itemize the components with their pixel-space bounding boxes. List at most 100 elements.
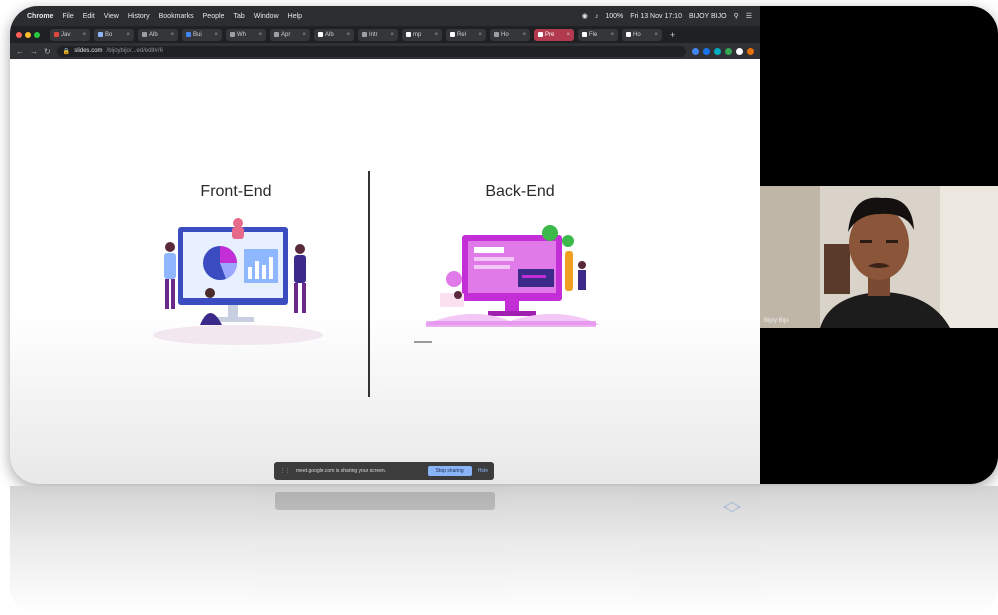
share-message: meet.google.com is sharing your screen. [296, 468, 387, 474]
tab-label: Wh [237, 31, 246, 38]
control-center-icon[interactable]: ☰ [746, 12, 752, 20]
participant-name: Bijoy Bijo [764, 318, 789, 324]
browser-tab[interactable]: Jav × [50, 28, 90, 41]
tabs-container: Jav × Bo × Alb × Bui × Wh × Apr × Alb × Intr × mp × Rel × Ho… [50, 28, 662, 41]
presentation-slide: Front-End Back-End [10, 59, 760, 484]
tab-favicon-icon [582, 32, 587, 37]
browser-tab[interactable]: Intr × [358, 28, 398, 41]
close-tab-icon[interactable]: × [302, 32, 306, 38]
close-tab-icon[interactable]: × [170, 32, 174, 38]
tab-label: Rel [457, 31, 467, 38]
browser-tab[interactable]: mp × [402, 28, 442, 41]
participant-video-frame [760, 186, 998, 328]
extension-icon[interactable] [736, 47, 743, 55]
browser-tab[interactable]: Pre × [534, 28, 574, 41]
menu-window[interactable]: Window [254, 13, 279, 20]
browser-tab[interactable]: Rel × [446, 28, 486, 41]
browser-tab[interactable]: Fle × [578, 28, 618, 41]
battery-percent: 100% [605, 12, 624, 20]
close-tab-icon[interactable]: × [654, 32, 658, 38]
extension-icon[interactable] [714, 47, 721, 55]
close-tab-icon[interactable]: × [258, 32, 262, 38]
search-icon[interactable]: ⚲ [734, 12, 739, 20]
url-field[interactable]: 🔒 slides.com/bijoybijo/...ed/edit#/6 [56, 45, 686, 57]
menu-people[interactable]: People [203, 13, 225, 20]
tab-favicon-icon [538, 32, 543, 37]
browser-tab[interactable]: Ho × [490, 28, 530, 41]
forward-icon[interactable]: → [30, 47, 38, 56]
tab-label: Bui [193, 31, 202, 38]
minimize-window-button[interactable] [25, 31, 31, 38]
participant-video: Bijoy Bijo [760, 186, 998, 328]
tab-favicon-icon [98, 32, 103, 37]
browser-tab[interactable]: Apr × [270, 28, 310, 41]
tab-label: Ho [633, 31, 641, 38]
tab-label: Pre [545, 31, 555, 38]
tab-label: Bo [105, 31, 113, 38]
extension-icon[interactable] [725, 47, 732, 55]
tab-favicon-icon [318, 32, 323, 37]
reflection-share-bar [275, 492, 495, 510]
browser-tab[interactable]: Alb × [138, 28, 178, 41]
close-tab-icon[interactable]: × [610, 32, 614, 38]
menu-history[interactable]: History [128, 13, 150, 20]
hide-button[interactable]: Hide [478, 468, 488, 474]
new-tab-button[interactable]: + [666, 29, 679, 41]
back-end-heading: Back-End [485, 183, 555, 200]
menu-view[interactable]: View [104, 13, 119, 20]
browser-tab[interactable]: Ho × [622, 28, 662, 41]
address-bar-row: ← → ↻ 🔒 slides.com/bijoybijo/...ed/edit#… [10, 43, 760, 59]
user-name[interactable]: BIJOY BIJO [689, 13, 727, 20]
menu-edit[interactable]: Edit [83, 13, 95, 20]
tab-label: Ho [501, 31, 509, 38]
close-tab-icon[interactable]: × [214, 32, 218, 38]
back-icon[interactable]: ← [16, 47, 24, 56]
front-end-illustration [153, 218, 323, 345]
stop-sharing-button[interactable]: Stop sharing [427, 466, 472, 476]
browser-tab[interactable]: Bui × [182, 28, 222, 41]
status-area: ◉ ♪ 100% Fri 13 Nov 17:10 BIJOY BIJO ⚲ ☰ [582, 12, 752, 21]
reload-icon[interactable]: ↻ [44, 47, 51, 56]
app-name[interactable]: Chrome [27, 13, 53, 20]
tab-favicon-icon [450, 32, 455, 37]
extensions [692, 47, 754, 55]
browser-tab[interactable]: Alb × [314, 28, 354, 41]
menu-bookmarks[interactable]: Bookmarks [159, 13, 194, 20]
maximize-window-button[interactable] [34, 31, 40, 38]
slide-divider [368, 171, 370, 397]
close-tab-icon[interactable]: × [434, 32, 438, 38]
menu-help[interactable]: Help [288, 13, 302, 20]
back-end-illustration [424, 225, 600, 327]
screen-share-bar: ⋮⋮ meet.google.com is sharing your scree… [274, 462, 494, 480]
tab-favicon-icon [230, 32, 235, 37]
profile-avatar[interactable] [747, 47, 754, 55]
close-tab-icon[interactable]: × [478, 32, 482, 38]
tab-label: Jav [61, 31, 71, 38]
tab-favicon-icon [406, 32, 411, 37]
wifi-icon[interactable]: ◉ [582, 12, 588, 20]
close-tab-icon[interactable]: × [522, 32, 526, 38]
browser-window: Chrome File Edit View History Bookmarks … [10, 6, 760, 484]
tab-label: Apr [281, 31, 291, 38]
browser-tab[interactable]: Wh × [226, 28, 266, 41]
window-reflection: ︿ ﹀ [10, 486, 998, 615]
close-tab-icon[interactable]: × [82, 32, 86, 38]
close-tab-icon[interactable]: × [346, 32, 350, 38]
tab-strip: Jav × Bo × Alb × Bui × Wh × Apr × Alb × Intr × mp × Rel × Ho… [10, 26, 760, 43]
tab-favicon-icon [54, 32, 59, 37]
close-tab-icon[interactable]: × [390, 32, 394, 38]
browser-tab[interactable]: Bo × [94, 28, 134, 41]
menu-file[interactable]: File [62, 13, 73, 20]
tab-favicon-icon [362, 32, 367, 37]
reflection-chevrons: ︿ ﹀ [723, 491, 741, 525]
close-tab-icon[interactable]: × [566, 32, 570, 38]
close-tab-icon[interactable]: × [126, 32, 130, 38]
url-path: /bijoybijo/...ed/edit#/6 [106, 48, 163, 54]
volume-icon[interactable]: ♪ [595, 13, 599, 20]
close-window-button[interactable] [16, 31, 22, 38]
share-drag-handle-icon[interactable]: ⋮⋮ [280, 468, 290, 474]
extension-icon[interactable] [703, 47, 710, 55]
extension-icon[interactable] [692, 47, 699, 55]
menu-tab[interactable]: Tab [233, 13, 244, 20]
clock[interactable]: Fri 13 Nov 17:10 [630, 13, 682, 20]
